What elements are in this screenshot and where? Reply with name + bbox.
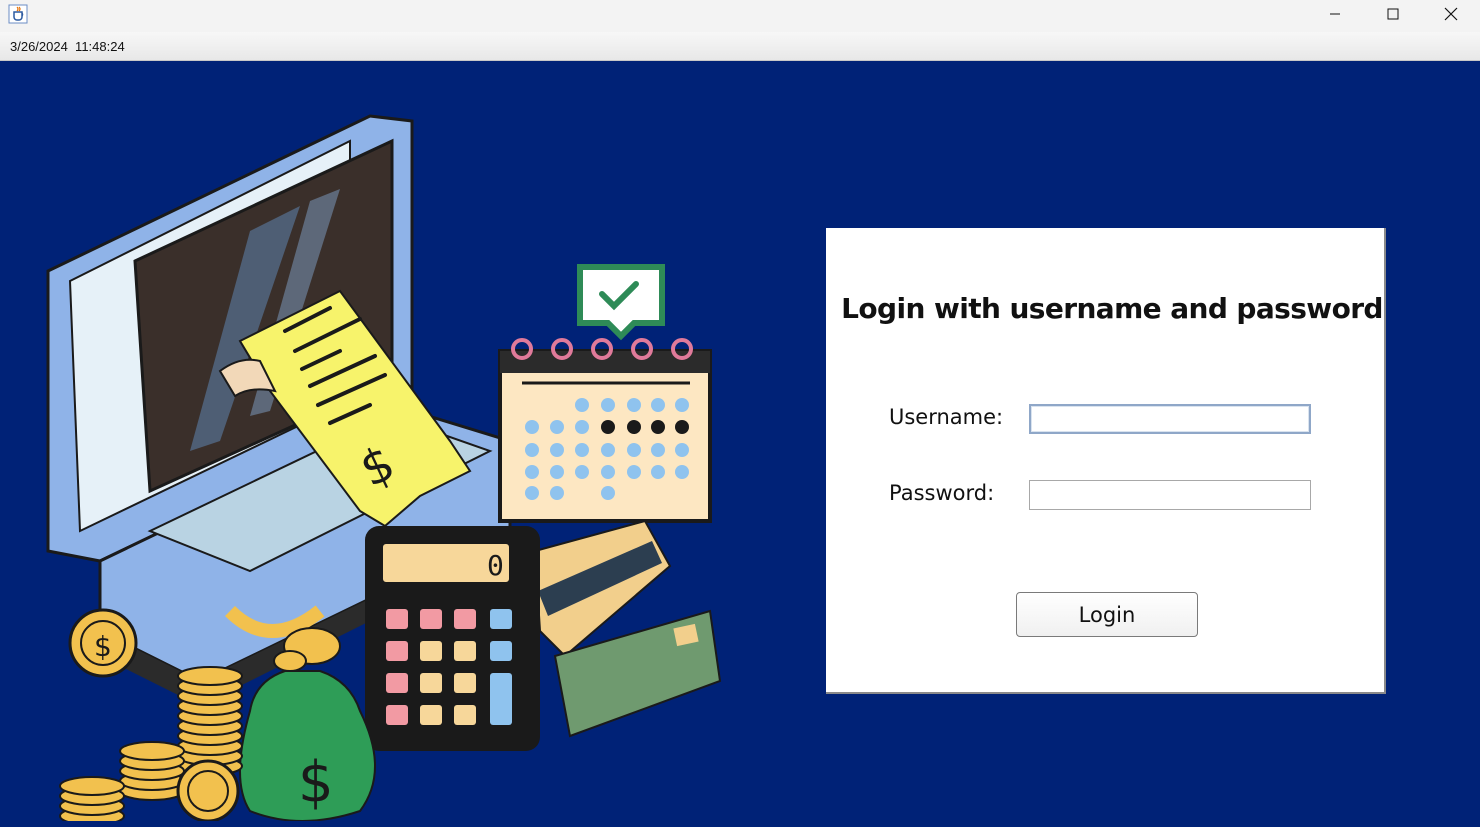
finance-illustration: $ 0 $ $ [40,111,730,826]
login-title: Login with username and password [841,292,1383,325]
close-button[interactable] [1422,0,1480,28]
main-area: $ 0 $ $ Login with username and password… [0,61,1480,827]
maximize-icon [1387,8,1399,20]
window-title-bar [0,0,1480,32]
credit-cards-illustration [533,519,722,738]
datetime-label: 3/26/2024 11:48:24 [10,39,125,54]
maximize-button[interactable] [1364,0,1422,28]
status-bar: 3/26/2024 11:48:24 [0,32,1480,61]
login-panel: Login with username and password Usernam… [826,228,1386,694]
calendar-illustration [498,264,712,523]
svg-text:$: $ [94,630,112,663]
calculator-illustration: 0 [365,526,540,751]
java-cup-icon[interactable] [8,4,28,24]
svg-text:$: $ [298,750,334,815]
password-label: Password: [889,481,995,505]
minimize-icon [1329,8,1341,20]
username-label: Username: [889,405,1004,429]
close-icon [1444,7,1458,21]
minimize-button[interactable] [1306,0,1364,28]
svg-text:0: 0 [487,549,504,582]
login-button[interactable]: Login [1016,592,1198,637]
password-input[interactable] [1029,480,1311,510]
username-input[interactable] [1029,404,1311,434]
